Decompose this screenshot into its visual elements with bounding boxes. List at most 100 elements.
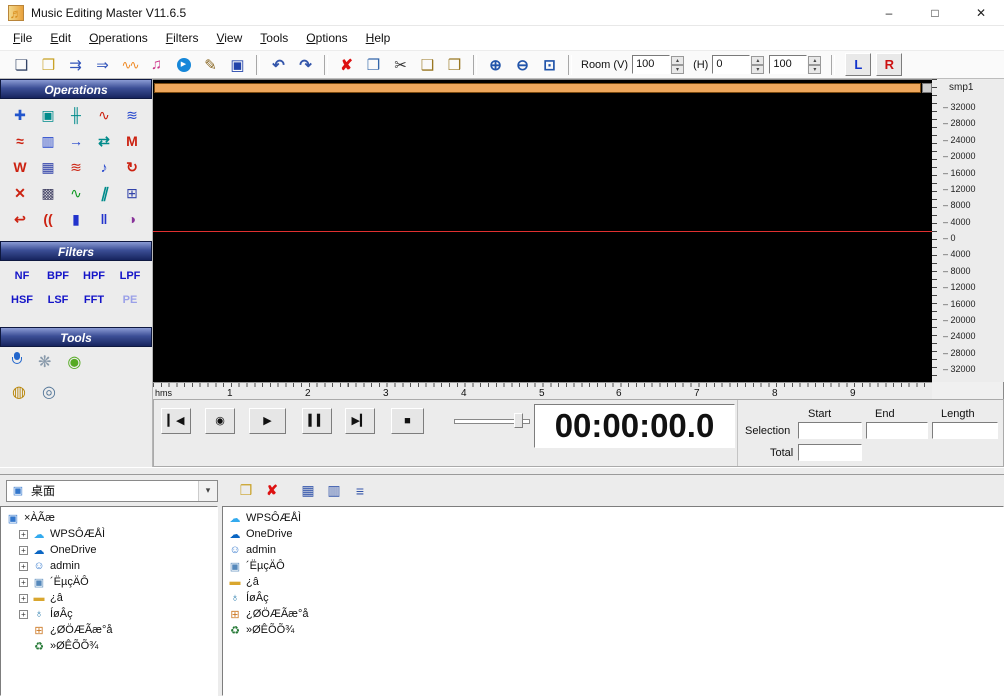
spin-up-icon[interactable]: ▴ bbox=[751, 55, 765, 65]
play-selection-button[interactable]: ◉ bbox=[205, 408, 235, 434]
tree-item[interactable]: ♻ »ØÊÕÕ¾ bbox=[1, 638, 217, 654]
operation-icon[interactable]: ‖ bbox=[90, 208, 118, 230]
operation-icon[interactable]: ▣ bbox=[34, 104, 62, 126]
minimize-button[interactable]: – bbox=[866, 0, 912, 25]
filter-button-nf[interactable]: NF bbox=[4, 270, 40, 282]
expand-icon[interactable]: + bbox=[19, 593, 28, 603]
time-ruler[interactable]: hms 1 2 3 4 5 6 7 8 9 bbox=[153, 382, 932, 399]
list-item[interactable]: ☺ admin bbox=[223, 542, 1003, 558]
room-h2-value[interactable]: 100 bbox=[769, 55, 808, 74]
paste-special-button[interactable]: ❒ bbox=[441, 54, 468, 76]
settings-icon[interactable]: ❋ bbox=[38, 352, 51, 372]
operation-icon[interactable]: ∿ bbox=[62, 182, 90, 204]
audio-wave-button[interactable]: ∿∿ bbox=[116, 54, 143, 76]
play-button[interactable]: ▶ bbox=[249, 408, 286, 434]
spin-up-icon[interactable]: ▴ bbox=[808, 55, 822, 65]
tree-item[interactable]: + ☁ WPSÔÆÅÌ bbox=[1, 526, 217, 542]
menu-tools[interactable]: Tools bbox=[251, 28, 297, 48]
operation-icon[interactable]: ↻ bbox=[118, 156, 146, 178]
menu-view[interactable]: View bbox=[207, 28, 251, 48]
expand-icon[interactable]: + bbox=[19, 545, 28, 555]
maximize-button[interactable]: □ bbox=[912, 0, 958, 25]
menu-options[interactable]: Options bbox=[297, 28, 356, 48]
browser-delete-button[interactable]: ✘ bbox=[260, 480, 284, 502]
step-forward-button[interactable]: ▶▎ bbox=[345, 408, 375, 434]
pause-button[interactable]: ▍▍ bbox=[302, 408, 332, 434]
menu-help[interactable]: Help bbox=[357, 28, 400, 48]
total-input[interactable] bbox=[798, 444, 862, 461]
filter-button-fft[interactable]: FFT bbox=[76, 294, 112, 306]
tree-item[interactable]: + ▣ ´ËµçÄÔ bbox=[1, 574, 217, 590]
operation-icon[interactable]: ∿ bbox=[90, 104, 118, 126]
list-item[interactable]: ⊞ ¿ØÖÆÃæ°å bbox=[223, 606, 1003, 622]
filter-button-hsf[interactable]: HSF bbox=[4, 294, 40, 306]
zoom-page-button[interactable]: ⊡ bbox=[536, 54, 563, 76]
list-item[interactable]: ▣ ´ËµçÄÔ bbox=[223, 558, 1003, 574]
tree-item[interactable]: ⊞ ¿ØÖÆÃæ°å bbox=[1, 622, 217, 638]
location-dropdown[interactable]: ▣ 桌面 ▾ bbox=[6, 479, 218, 502]
spin-down-icon[interactable]: ▾ bbox=[808, 64, 822, 74]
operation-icon[interactable]: ▩ bbox=[34, 182, 62, 204]
list-view-button[interactable]: ≡ bbox=[348, 480, 372, 502]
operation-icon[interactable]: ╫ bbox=[62, 104, 90, 126]
selection-end-input[interactable] bbox=[866, 422, 928, 439]
save-button[interactable]: ▣ bbox=[224, 54, 251, 76]
menu-filters[interactable]: Filters bbox=[157, 28, 208, 48]
tree-item[interactable]: + ☺ admin bbox=[1, 558, 217, 574]
zoom-in-button[interactable]: ⊕ bbox=[482, 54, 509, 76]
large-icons-view-button[interactable]: ▦ bbox=[296, 480, 320, 502]
filter-button-lpf[interactable]: LPF bbox=[112, 270, 148, 282]
filter-button-bpf[interactable]: BPF bbox=[40, 270, 76, 282]
cd-icon[interactable]: ◎ bbox=[42, 382, 56, 402]
tree-item[interactable]: + ♁ ÍøÂç bbox=[1, 606, 217, 622]
undo-button[interactable]: ↶ bbox=[265, 54, 292, 76]
list-item[interactable]: ☁ OneDrive bbox=[223, 526, 1003, 542]
redo-button[interactable]: ↷ bbox=[292, 54, 319, 76]
selection-length-input[interactable] bbox=[932, 422, 998, 439]
copy-button[interactable]: ❐ bbox=[360, 54, 387, 76]
operation-icon[interactable]: ✚ bbox=[6, 104, 34, 126]
operation-icon[interactable]: W bbox=[6, 156, 34, 178]
tree-item[interactable]: ▣ ×ÀÃæ bbox=[1, 510, 217, 526]
expand-icon[interactable]: + bbox=[19, 577, 28, 587]
operation-icon[interactable]: ◑ bbox=[118, 208, 146, 230]
filter-button-hpf[interactable]: HPF bbox=[76, 270, 112, 282]
delete-button[interactable]: ✘ bbox=[333, 54, 360, 76]
expand-icon[interactable]: + bbox=[19, 561, 28, 571]
operation-icon[interactable]: ≋ bbox=[62, 156, 90, 178]
paste-button[interactable]: ❑ bbox=[414, 54, 441, 76]
new-document-button[interactable]: ❏ bbox=[8, 54, 35, 76]
dropdown-arrow-icon[interactable]: ▾ bbox=[198, 480, 217, 501]
operation-icon[interactable]: ▦ bbox=[34, 156, 62, 178]
skip-start-button[interactable]: ▎◀ bbox=[161, 408, 191, 434]
filter-button-pe[interactable]: PE bbox=[112, 294, 148, 306]
selection-start-input[interactable] bbox=[798, 422, 862, 439]
operation-icon[interactable]: ⇄ bbox=[90, 130, 118, 152]
menu-edit[interactable]: Edit bbox=[41, 28, 80, 48]
operation-icon[interactable]: ✕ bbox=[6, 182, 34, 204]
small-icons-view-button[interactable]: ▥ bbox=[322, 480, 346, 502]
zoom-out-button[interactable]: ⊖ bbox=[509, 54, 536, 76]
operation-icon[interactable]: ∥ bbox=[90, 182, 118, 204]
list-item[interactable]: ▬ ¿â bbox=[223, 574, 1003, 590]
operation-icon[interactable]: ⊞ bbox=[118, 182, 146, 204]
list-item[interactable]: ♻ »ØÊÕÕ¾ bbox=[223, 622, 1003, 638]
room-h-value[interactable]: 0 bbox=[712, 55, 751, 74]
music-note-button[interactable]: ♫ bbox=[143, 54, 170, 76]
close-button[interactable]: ✕ bbox=[958, 0, 1004, 25]
extract-convert-button[interactable]: ⇉ bbox=[62, 54, 89, 76]
slider-handle[interactable] bbox=[514, 413, 523, 428]
menu-operations[interactable]: Operations bbox=[80, 28, 157, 48]
list-item[interactable]: ♁ ÍøÂç bbox=[223, 590, 1003, 606]
left-channel-button[interactable]: L bbox=[845, 53, 872, 76]
room-h-spinner[interactable]: 0 ▴ ▾ bbox=[712, 55, 765, 74]
browser-open-folder-button[interactable]: ❒ bbox=[234, 480, 258, 502]
room-h2-spinner[interactable]: 100 ▴ ▾ bbox=[769, 55, 822, 74]
spin-down-icon[interactable]: ▾ bbox=[671, 64, 685, 74]
play-media-button[interactable]: ▶ bbox=[170, 54, 197, 76]
globe-icon[interactable]: ◍ bbox=[12, 382, 26, 402]
operation-icon[interactable]: ≈ bbox=[6, 130, 34, 152]
operation-icon[interactable]: → bbox=[62, 130, 90, 152]
expand-icon[interactable]: + bbox=[19, 609, 28, 619]
spin-down-icon[interactable]: ▾ bbox=[751, 64, 765, 74]
